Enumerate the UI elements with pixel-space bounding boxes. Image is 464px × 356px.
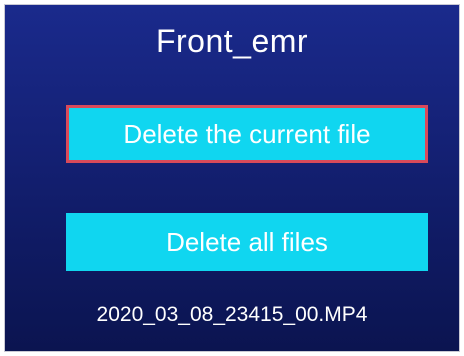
- current-filename: 2020_03_08_23415_00.MP4: [96, 303, 368, 326]
- delete-current-file-label: Delete the current file: [123, 118, 371, 149]
- delete-all-files-button[interactable]: Delete all files: [66, 213, 428, 271]
- delete-menu-screen: Front_emr Delete the current file Delete…: [4, 4, 460, 352]
- folder-title: Front_emr: [155, 23, 309, 59]
- delete-current-file-button[interactable]: Delete the current file: [66, 105, 428, 163]
- delete-all-files-label: Delete all files: [166, 226, 328, 257]
